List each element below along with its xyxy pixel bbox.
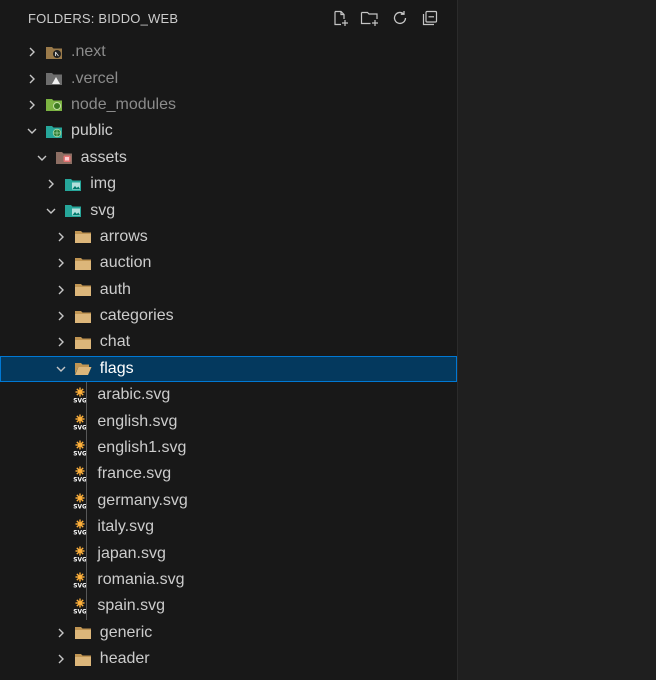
tree-folder-flags[interactable]: flags: [0, 355, 457, 383]
chevron-down-icon[interactable]: [44, 204, 58, 218]
chevron-right-icon[interactable]: [54, 283, 68, 297]
chevron-right-icon[interactable]: [54, 230, 68, 244]
folder-icon: [74, 255, 92, 271]
explorer-pane: FOLDERS: BIDDO_WEB .next .vercel node_mo…: [0, 0, 458, 680]
tree-item-label: english1.svg: [97, 439, 187, 457]
chevron-down-icon[interactable]: [54, 362, 68, 376]
explorer-title: FOLDERS: BIDDO_WEB: [28, 11, 179, 26]
tree-folder-svg[interactable]: svg: [0, 197, 457, 223]
vercel-folder-icon: [45, 71, 63, 87]
chevron-down-icon[interactable]: [25, 124, 39, 138]
chevron-right-icon[interactable]: [54, 309, 68, 323]
tree-item-label: public: [71, 122, 113, 140]
tree-file-spain-svg[interactable]: SVG spain.svg: [0, 593, 457, 619]
new-file-icon: [334, 10, 348, 26]
tree-item-label: generic: [99, 623, 153, 641]
tree-file-italy-svg[interactable]: SVG italy.svg: [0, 514, 457, 540]
tree-folder-next[interactable]: .next: [0, 39, 457, 65]
tree-item-label: arabic.svg: [97, 386, 171, 404]
tree-folder-categories[interactable]: categories: [0, 303, 457, 329]
chevron-right-icon[interactable]: [25, 98, 39, 112]
chevron-right-icon[interactable]: [44, 177, 58, 191]
tree-item-label: france.svg: [97, 465, 172, 483]
tree-folder-assets[interactable]: assets: [0, 145, 457, 171]
images-folder-icon: [64, 176, 82, 192]
tree-file-romania-svg[interactable]: SVG romania.svg: [0, 567, 457, 593]
file-tree: .next .vercel node_modulespublic assets img s…: [0, 39, 457, 672]
chevron-right-icon[interactable]: [54, 652, 68, 666]
tree-item-label: img: [90, 175, 116, 193]
tree-folder-img[interactable]: img: [0, 171, 457, 197]
tree-folder-header[interactable]: header: [0, 646, 457, 672]
tree-item-label: italy.svg: [97, 518, 154, 536]
tree-item-label: chat: [99, 333, 131, 351]
tree-folder-public[interactable]: public: [0, 118, 457, 144]
tree-file-arabic-svg[interactable]: SVG arabic.svg: [0, 382, 457, 408]
tree-item-label: auction: [99, 254, 152, 272]
tree-folder-node-modules[interactable]: node_modules: [0, 92, 457, 118]
tree-folder-auction[interactable]: auction: [0, 250, 457, 276]
images-folder-icon: [64, 203, 82, 219]
editor-area: [458, 0, 656, 680]
new-folder-icon: [360, 11, 378, 26]
tree-file-germany-svg[interactable]: SVG germany.svg: [0, 488, 457, 514]
collapse-all-icon: [422, 10, 438, 26]
tree-item-label: english.svg: [97, 412, 178, 430]
chevron-right-icon[interactable]: [54, 335, 68, 349]
tree-folder-vercel[interactable]: .vercel: [0, 65, 457, 91]
tree-item-label: japan.svg: [97, 544, 166, 562]
tree-item-label: spain.svg: [97, 597, 165, 615]
tree-item-label: .next: [71, 43, 106, 61]
tree-item-label: flags: [99, 359, 134, 377]
chevron-right-icon[interactable]: [54, 256, 68, 270]
tree-item-label: germany.svg: [97, 491, 188, 509]
explorer-actions: [329, 7, 441, 29]
next-folder-icon: [45, 44, 63, 60]
tree-folder-auth[interactable]: auth: [0, 277, 457, 303]
chevron-right-icon[interactable]: [25, 45, 39, 59]
tree-item-label: arrows: [99, 227, 148, 245]
tree-folder-arrows[interactable]: arrows: [0, 224, 457, 250]
tree-item-label: svg: [90, 201, 116, 219]
tree-folder-generic[interactable]: generic: [0, 620, 457, 646]
tree-file-japan-svg[interactable]: SVG japan.svg: [0, 540, 457, 566]
assets-folder-icon: [55, 150, 73, 166]
open-folder-icon: [74, 361, 92, 377]
folder-icon: [74, 282, 92, 298]
public-folder-icon: [45, 123, 63, 139]
folder-icon: [74, 334, 92, 350]
tree-item-label: romania.svg: [97, 571, 185, 588]
refresh-button[interactable]: [389, 7, 411, 29]
tree-item-label: auth: [99, 280, 131, 298]
indent-guide: [85, 382, 87, 620]
tree-item-label: node_modules: [71, 95, 176, 113]
refresh-icon: [393, 11, 407, 25]
new-folder-button[interactable]: [359, 7, 381, 29]
tree-file-english1-svg[interactable]: SVG english1.svg: [0, 435, 457, 461]
chevron-down-icon[interactable]: [35, 151, 49, 165]
new-file-button[interactable]: [329, 7, 351, 29]
tree-file-english-svg[interactable]: SVG english.svg: [0, 408, 457, 434]
chevron-right-icon[interactable]: [25, 72, 39, 86]
tree-file-france-svg[interactable]: SVG france.svg: [0, 461, 457, 487]
explorer-header: FOLDERS: BIDDO_WEB: [0, 0, 457, 36]
tree-item-label: .vercel: [71, 69, 119, 87]
node-folder-icon: [45, 97, 63, 113]
folder-icon: [74, 308, 92, 324]
folder-icon: [74, 625, 92, 641]
tree-item-label: header: [99, 650, 150, 668]
chevron-right-icon[interactable]: [54, 626, 68, 640]
tree-item-label: assets: [80, 148, 127, 166]
collapse-all-button[interactable]: [419, 7, 441, 29]
tree-folder-chat[interactable]: chat: [0, 329, 457, 355]
folder-icon: [74, 229, 92, 245]
folder-icon: [74, 651, 92, 667]
tree-item-label: categories: [99, 307, 174, 325]
